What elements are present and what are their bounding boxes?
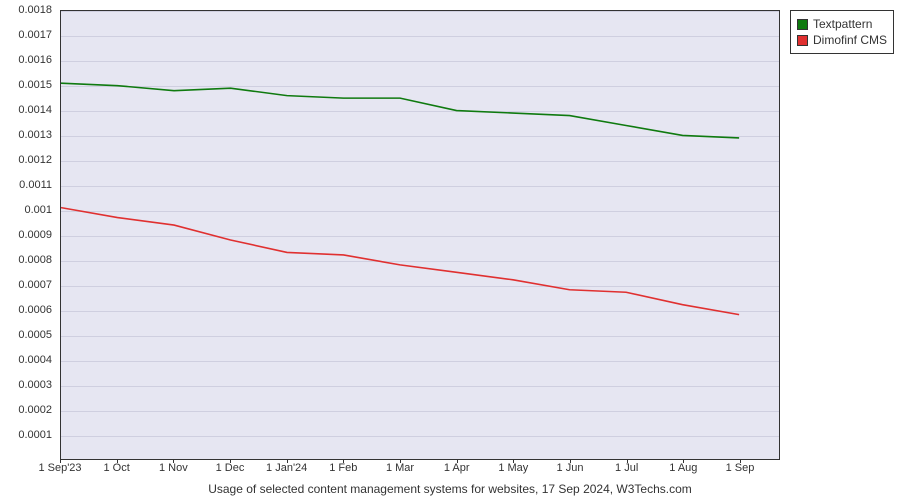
x-tick <box>343 459 344 463</box>
x-tick-label: 1 May <box>498 462 528 474</box>
y-tick-label: 0.0002 <box>18 404 52 416</box>
x-tick-label: 1 Dec <box>216 462 245 474</box>
x-tick <box>457 459 458 463</box>
y-tick-label: 0.0011 <box>19 179 52 191</box>
x-tick-label: 1 Sep'23 <box>38 462 81 474</box>
series-line <box>61 83 739 138</box>
y-tick-label: 0.0009 <box>18 229 52 241</box>
x-tick <box>60 459 61 463</box>
x-tick-label: 1 Jul <box>615 462 638 474</box>
y-tick-label: 0.0016 <box>18 54 52 66</box>
y-tick-label: 0.0018 <box>18 4 52 16</box>
series-line <box>61 208 739 315</box>
x-tick-label: 1 Sep <box>726 462 755 474</box>
y-axis-labels: 0.0001 0.0002 0.0003 0.0004 0.0005 0.0006 0.00… <box>0 10 56 460</box>
x-tick-label: 1 Feb <box>329 462 357 474</box>
y-tick-label: 0.0017 <box>18 29 52 41</box>
x-tick-label: 1 Mar <box>386 462 414 474</box>
y-tick-label: 0.0004 <box>18 354 52 366</box>
y-tick-label: 0.001 <box>24 204 52 216</box>
x-tick <box>230 459 231 463</box>
y-tick-label: 0.0013 <box>18 129 52 141</box>
x-tick-label: 1 Jan'24 <box>266 462 307 474</box>
x-tick <box>400 459 401 463</box>
x-tick <box>117 459 118 463</box>
legend-item: Dimofinf CMS <box>797 33 887 47</box>
y-tick-label: 0.0003 <box>18 379 52 391</box>
legend-label: Dimofinf CMS <box>813 33 887 47</box>
x-tick <box>683 459 684 463</box>
y-tick-label: 0.0012 <box>18 154 52 166</box>
legend-item: Textpattern <box>797 17 887 31</box>
legend-swatch <box>797 19 808 30</box>
x-tick <box>740 459 741 463</box>
chart-container: 0.0001 0.0002 0.0003 0.0004 0.0005 0.0006 0.00… <box>0 0 900 500</box>
y-tick-label: 0.0005 <box>18 329 52 341</box>
y-tick-label: 0.0006 <box>18 304 52 316</box>
legend-swatch <box>797 35 808 46</box>
legend-label: Textpattern <box>813 17 872 31</box>
x-tick-label: 1 Oct <box>104 462 130 474</box>
x-axis-labels: 1 Sep'231 Oct1 Nov1 Dec1 Jan'241 Feb1 Ma… <box>60 462 780 480</box>
x-tick <box>173 459 174 463</box>
x-tick <box>513 459 514 463</box>
y-tick-label: 0.0007 <box>18 279 52 291</box>
y-tick-label: 0.0001 <box>18 429 52 441</box>
x-tick-label: 1 Jun <box>557 462 584 474</box>
y-tick-label: 0.0015 <box>18 79 52 91</box>
line-canvas <box>61 11 779 459</box>
x-tick <box>570 459 571 463</box>
x-tick-label: 1 Apr <box>444 462 470 474</box>
x-tick-label: 1 Nov <box>159 462 188 474</box>
y-tick-label: 0.0008 <box>18 254 52 266</box>
plot-area <box>60 10 780 460</box>
x-tick-label: 1 Aug <box>669 462 697 474</box>
x-tick <box>627 459 628 463</box>
chart-caption: Usage of selected content management sys… <box>0 482 900 496</box>
y-tick-label: 0.0014 <box>18 104 52 116</box>
legend: Textpattern Dimofinf CMS <box>790 10 894 54</box>
x-tick <box>287 459 288 463</box>
